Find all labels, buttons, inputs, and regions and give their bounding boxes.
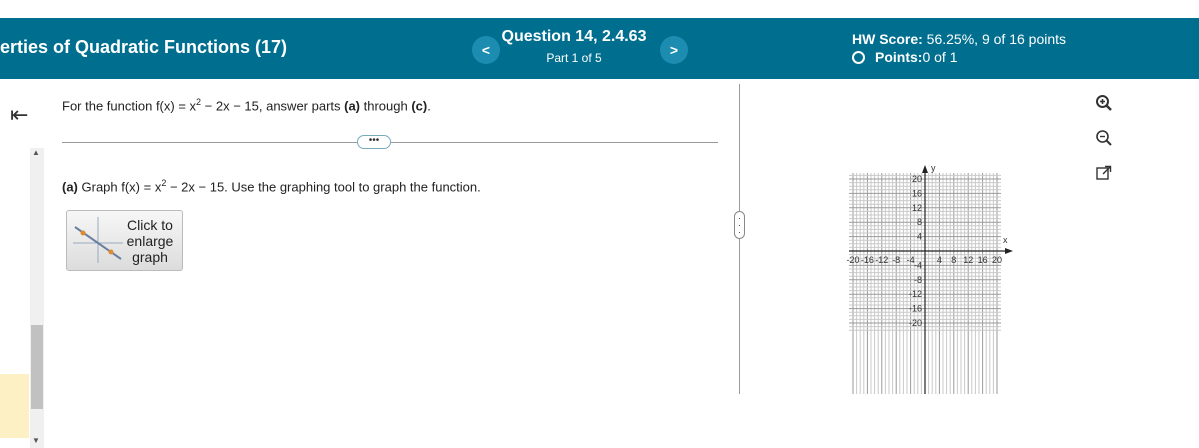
points-value: 0 of 1 [922,49,958,65]
points-circle-icon [852,50,865,64]
x-tick-label: -12 [875,255,888,265]
y-tick-label: 12 [912,203,922,213]
question-title: Question 14, 2.4.63 [501,28,647,45]
x-tick-label: 16 [978,255,988,265]
y-axis-label: y [931,163,936,173]
prompt-end: . [427,98,431,114]
x-axis-label: x [1003,235,1008,245]
splitter-handle[interactable]: · · · [734,211,745,239]
assignment-title: erties of Quadratic Functions (17) [0,37,288,57]
hw-score-label: HW Score: [852,31,923,47]
points-label: Points: [875,49,923,65]
x-tick-label: 20 [992,255,1002,265]
part-a-text: Graph f(x) = x [77,179,162,195]
scroll-up-icon[interactable]: ▲ [32,148,40,157]
enlarge-graph-label: Click to enlarge graph [123,217,177,265]
enlarge-label-line-3: graph [132,249,168,265]
prompt-part-c: (c) [411,98,428,114]
prompt-part-a: (a) [344,98,361,114]
top-strip [0,0,1199,18]
y-tick-label: 20 [912,174,922,184]
enlarge-graph-button[interactable]: Click to enlarge graph [66,210,183,271]
hw-score: HW Score: 56.25%, 9 of 16 points [852,31,1066,47]
zoom-out-icon[interactable] [1093,127,1115,149]
scrollbar-thumb[interactable] [31,325,43,409]
part-a-instructions: (a) Graph f(x) = x2 − 2x − 15. Use the g… [62,178,481,194]
enlarge-label-line-1: Click to [127,217,173,233]
more-button[interactable]: ••• [357,135,391,149]
question-prompt: For the function f(x) = x2 − 2x − 15, an… [62,97,431,113]
x-tick-label: -20 [846,255,859,265]
x-tick-label: -8 [892,255,900,265]
panel-splitter [739,84,740,394]
highlight-box [0,374,29,438]
points: Points: 0 of 1 [852,49,957,65]
y-tick-label: 16 [912,188,922,198]
prompt-through: through [360,98,412,114]
x-tick-label: -16 [861,255,874,265]
coordinate-graph[interactable]: xy-20 -16 -12 -8 -4 4 8 12 16 2020161284-4-8-12-1… [778,94,1088,396]
part-a-text-post: − 2x − 15. Use the graphing tool to grap… [166,179,481,195]
y-axis-arrow-icon [922,165,928,173]
y-tick-label: -20 [909,318,922,328]
hw-score-value: 56.25%, 9 of 16 points [922,31,1067,47]
x-tick-label: 12 [963,255,973,265]
part-a-label: (a) [62,179,78,195]
enlarge-label-line-2: enlarge [126,233,174,249]
external-link-icon[interactable] [1093,162,1115,184]
y-tick-label: -16 [909,304,922,314]
next-question-button[interactable]: > [660,36,688,64]
graph-thumbnail-icon [73,217,123,263]
collapse-left-icon[interactable]: ⇤ [10,102,28,128]
header-bar: erties of Quadratic Functions (17) < Que… [0,18,1199,79]
x-axis-arrow-icon [1005,248,1013,254]
x-tick-label: 4 [937,255,942,265]
y-tick-label: -12 [909,289,922,299]
scroll-down-icon[interactable]: ▼ [32,436,40,445]
x-tick-label: 8 [951,255,956,265]
previous-question-button[interactable]: < [472,36,500,64]
y-tick-label: -8 [914,275,922,285]
prompt-text-mid: − 2x − 15, answer parts [201,98,345,114]
prompt-text: For the function f(x) = x [62,98,197,114]
question-part: Part 1 of 5 [546,51,602,65]
y-tick-label: -4 [914,260,922,270]
y-tick-label: 8 [917,217,922,227]
y-tick-label: 4 [917,232,922,242]
zoom-in-icon[interactable] [1093,92,1115,114]
